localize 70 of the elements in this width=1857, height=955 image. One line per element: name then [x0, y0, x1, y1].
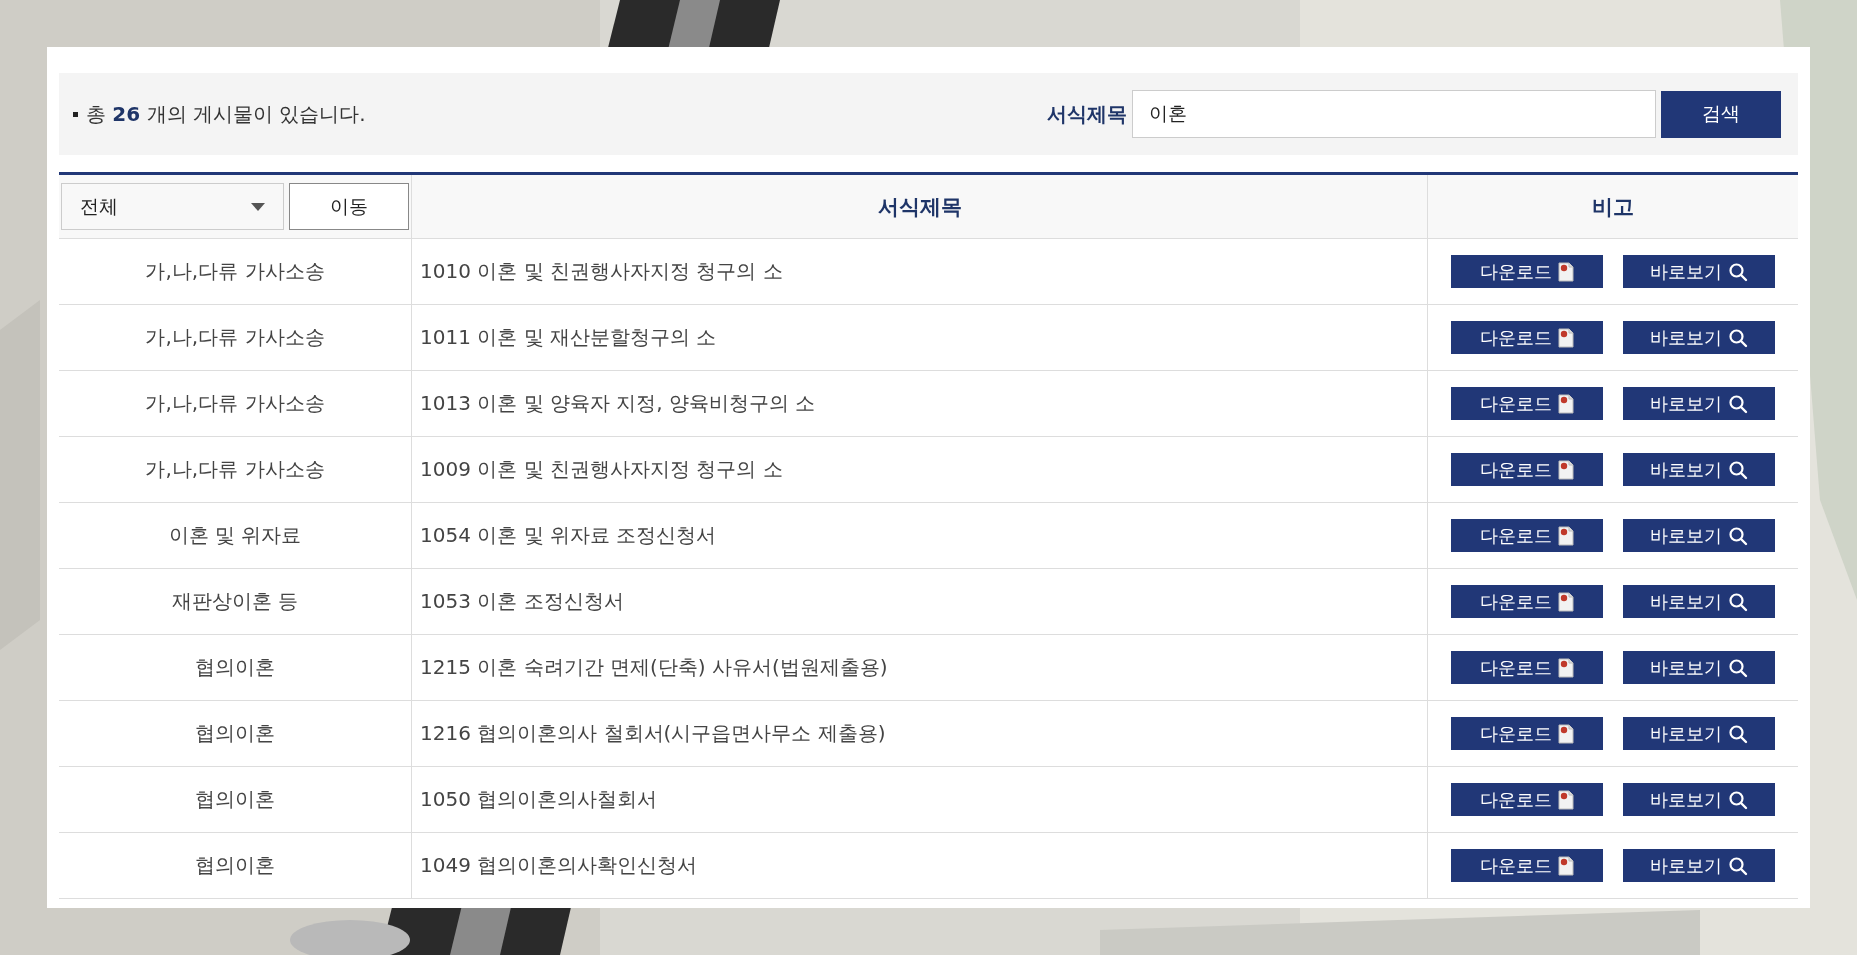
pdf-document-icon: [1558, 525, 1574, 546]
search-icon: [1728, 591, 1748, 612]
view-button[interactable]: 바로보기: [1623, 255, 1775, 288]
view-button[interactable]: 바로보기: [1623, 387, 1775, 420]
move-button[interactable]: 이동: [289, 183, 409, 230]
form-title: 1053 이혼 조정신청서: [420, 589, 624, 613]
search-icon: [1728, 789, 1748, 810]
category-text: 협의이혼: [195, 853, 275, 877]
search-button[interactable]: 검색: [1661, 90, 1781, 138]
download-button[interactable]: 다운로드: [1451, 585, 1603, 618]
form-title: 1009 이혼 및 친권행사자지정 청구의 소: [420, 457, 783, 481]
column-header: 서식제목: [877, 194, 962, 219]
form-title: 1011 이혼 및 재산분할청구의 소: [420, 325, 717, 349]
form-title: 1216 협의이혼의사 철회서(시구읍면사무소 제출용): [420, 721, 886, 745]
form-title: 1010 이혼 및 친권행사자지정 청구의 소: [420, 259, 783, 283]
form-title: 1215 이혼 숙려기간 면제(단축) 사유서(법원제출용): [420, 655, 888, 679]
view-button[interactable]: 바로보기: [1623, 783, 1775, 816]
download-button[interactable]: 다운로드: [1451, 453, 1603, 486]
category-dropdown[interactable]: 전체: [61, 183, 285, 230]
download-button[interactable]: 다운로드: [1451, 717, 1603, 750]
category-text: 가,나,다류 가사소송: [145, 325, 325, 349]
category-text: 재판상이혼 등: [171, 589, 299, 613]
category-text: 협의이혼: [195, 787, 275, 811]
bullet-icon: [73, 111, 78, 117]
download-button[interactable]: 다운로드: [1451, 651, 1603, 684]
form-title: 1054 이혼 및 위자료 조정신청서: [420, 523, 717, 547]
view-button[interactable]: 바로보기: [1623, 849, 1775, 882]
search-icon: [1728, 327, 1748, 348]
view-button[interactable]: 바로보기: [1623, 453, 1775, 486]
pdf-document-icon: [1558, 723, 1574, 744]
search-field[interactable]: 이혼: [1132, 90, 1656, 138]
form-title: 1050 협의이혼의사철회서: [420, 787, 658, 811]
pdf-document-icon: [1558, 459, 1574, 480]
pdf-document-icon: [1558, 789, 1574, 810]
category-text: 이혼 및 위자료: [168, 523, 302, 547]
search-label: 서식제목: [1047, 100, 1127, 128]
download-button[interactable]: 다운로드: [1451, 519, 1603, 552]
pdf-document-icon: [1558, 261, 1574, 282]
view-button[interactable]: 바로보기: [1623, 321, 1775, 354]
column-header: 비고: [1592, 194, 1634, 219]
view-button[interactable]: 바로보기: [1623, 519, 1775, 552]
pdf-document-icon: [1558, 657, 1574, 678]
search-icon: [1728, 525, 1748, 546]
download-button[interactable]: 다운로드: [1451, 387, 1603, 420]
category-text: 협의이혼: [195, 721, 275, 745]
download-button[interactable]: 다운로드: [1451, 255, 1603, 288]
pdf-document-icon: [1558, 855, 1574, 876]
pdf-document-icon: [1558, 591, 1574, 612]
search-icon: [1728, 261, 1748, 282]
post-count-text: 총 26 개의 게시물이 있습니다.: [86, 100, 366, 128]
search-icon: [1728, 459, 1748, 480]
form-title: 1049 협의이혼의사확인신청서: [420, 853, 698, 877]
download-button[interactable]: 다운로드: [1451, 849, 1603, 882]
category-text: 협의이혼: [195, 655, 275, 679]
category-text: 가,나,다류 가사소송: [145, 391, 325, 415]
search-icon: [1728, 393, 1748, 414]
download-button[interactable]: 다운로드: [1451, 321, 1603, 354]
form-title: 1013 이혼 및 양육자 지정, 양육비청구의 소: [420, 391, 816, 415]
search-icon: [1728, 657, 1748, 678]
category-text: 가,나,다류 가사소송: [145, 457, 325, 481]
pdf-document-icon: [1558, 327, 1574, 348]
pdf-document-icon: [1558, 393, 1574, 414]
download-button[interactable]: 다운로드: [1451, 783, 1603, 816]
category-text: 가,나,다류 가사소송: [145, 259, 325, 283]
view-button[interactable]: 바로보기: [1623, 585, 1775, 618]
search-icon: [1728, 723, 1748, 744]
view-button[interactable]: 바로보기: [1623, 651, 1775, 684]
caret-icon: [251, 202, 266, 211]
view-button[interactable]: 바로보기: [1623, 717, 1775, 750]
search-icon: [1728, 855, 1748, 876]
